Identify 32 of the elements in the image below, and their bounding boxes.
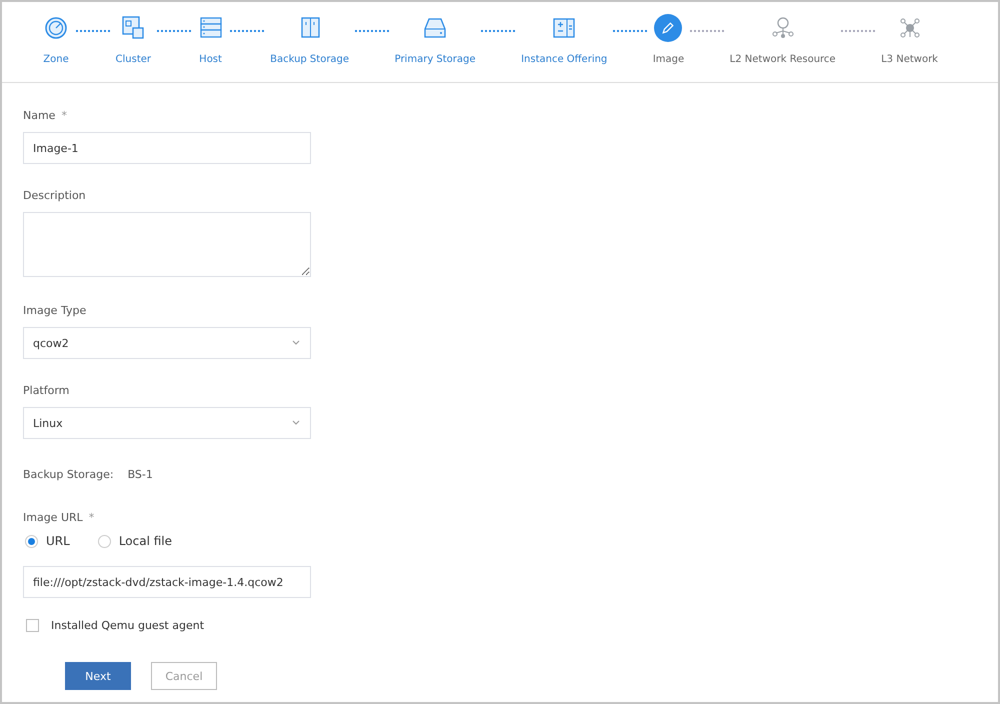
checkbox[interactable]: [26, 619, 39, 632]
chevron-down-icon: [291, 420, 301, 426]
field-label: Description: [23, 189, 86, 202]
radio-label[interactable]: URL: [46, 534, 70, 548]
field-label: Platform: [23, 384, 70, 397]
image-step-icon[interactable]: [654, 14, 682, 42]
step-label[interactable]: Backup Storage: [270, 54, 350, 65]
step-label[interactable]: Instance Offering: [521, 54, 608, 65]
name-input[interactable]: Image-1: [23, 132, 311, 164]
url-input[interactable]: file:///opt/zstack-dvd/zstack-image-1.4.qcow2: [23, 566, 311, 598]
step-label[interactable]: Image: [652, 54, 684, 65]
field-label: Name: [23, 109, 56, 122]
step-label[interactable]: Cluster: [116, 54, 152, 65]
checkbox-label[interactable]: Installed Qemu guest agent: [51, 619, 204, 632]
required-mark: *: [61, 109, 67, 122]
step-label[interactable]: Zone: [43, 54, 69, 65]
field-label: Image Type: [23, 304, 86, 317]
radio-button[interactable]: [98, 534, 111, 548]
radio-label[interactable]: Local file: [118, 534, 172, 548]
next-button[interactable]: Next: [65, 662, 131, 690]
required-mark: *: [88, 511, 94, 524]
step-label[interactable]: Host: [199, 54, 222, 65]
platform-select[interactable]: Linux: [23, 407, 311, 439]
image-type-select[interactable]: qcow2: [23, 327, 311, 359]
field-label: Backup Storage:: [23, 468, 114, 481]
step-label[interactable]: Primary Storage: [394, 54, 476, 65]
radio-button[interactable]: [25, 534, 38, 548]
step-label[interactable]: L3 Network: [881, 54, 938, 65]
backup-storage-value: BS-1: [128, 468, 153, 481]
chevron-down-icon: [291, 340, 301, 346]
field-label: Image URL: [23, 511, 83, 524]
step-label[interactable]: L2 Network Resource: [730, 54, 836, 65]
